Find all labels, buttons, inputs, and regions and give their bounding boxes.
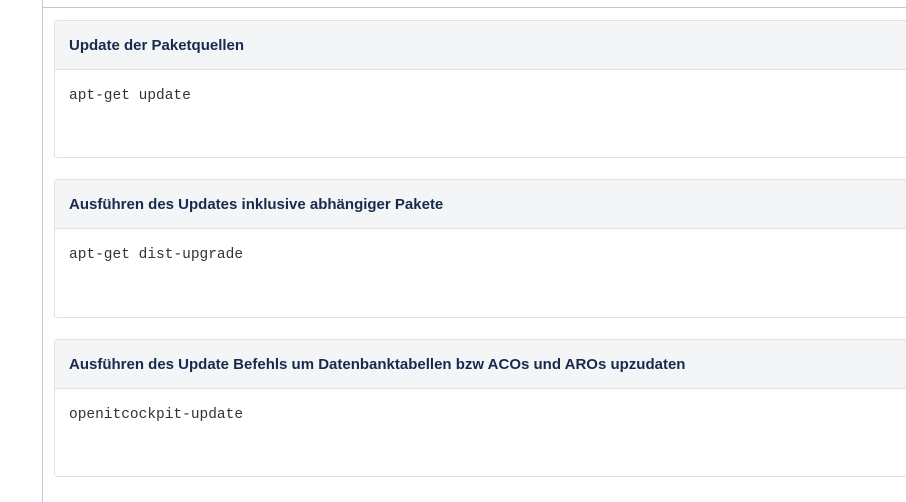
code-block[interactable]: openitcockpit-update <box>55 389 906 424</box>
code-block[interactable]: apt-get dist-upgrade <box>55 229 906 264</box>
left-border <box>42 0 43 502</box>
code-panel-openitcockpit-update: Ausführen des Update Befehls um Datenban… <box>54 339 906 477</box>
code-panel-title: Ausführen des Updates inklusive abhängig… <box>55 180 906 229</box>
code-panel-update-sources: Update der Paketquellen apt-get update <box>54 20 906 158</box>
code-panel-title: Update der Paketquellen <box>55 21 906 70</box>
code-block[interactable]: apt-get update <box>55 70 906 105</box>
content-area: Update der Paketquellen apt-get update A… <box>0 0 906 502</box>
code-panel-title: Ausführen des Update Befehls um Datenban… <box>55 340 906 389</box>
code-panel-dist-upgrade: Ausführen des Updates inklusive abhängig… <box>54 179 906 318</box>
top-border <box>42 7 906 8</box>
